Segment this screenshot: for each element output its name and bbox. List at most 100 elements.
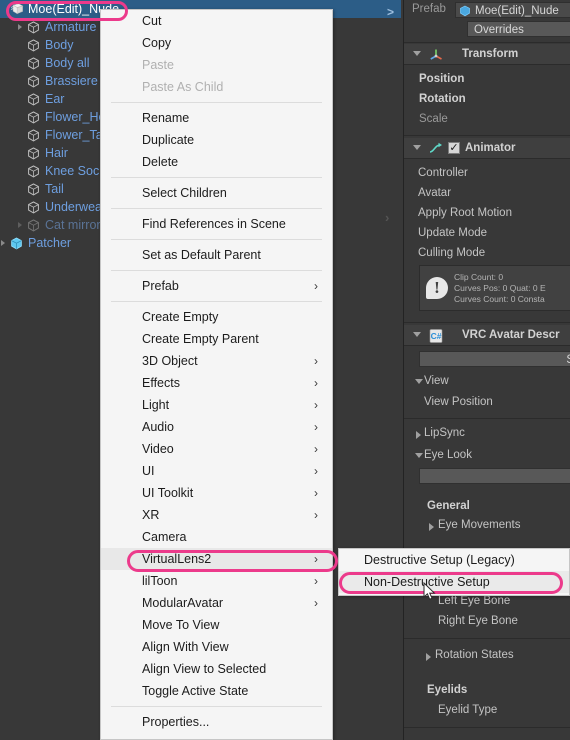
rotation-states-foldout-icon[interactable]	[426, 653, 431, 661]
warning-icon: !	[426, 277, 448, 299]
chevron-right-icon: ›	[314, 486, 318, 500]
menu-item[interactable]: 3D Object ›	[101, 350, 332, 372]
divider	[404, 158, 570, 159]
chevron-right-icon: ›	[314, 596, 318, 610]
prefab-icon	[459, 5, 471, 17]
menu-item-label: Video	[142, 442, 174, 456]
submenu-item[interactable]: Destructive Setup (Legacy)	[339, 549, 569, 571]
eye-look-mode-button[interactable]	[419, 468, 570, 484]
hierarchy-row-label: Underwea	[45, 200, 102, 214]
menu-item[interactable]: Move To View	[101, 614, 332, 636]
prefab-model-icon	[10, 2, 24, 16]
prefab-value-text: Moe(Edit)_Nude	[475, 5, 559, 17]
menu-item[interactable]: Video ›	[101, 438, 332, 460]
animator-foldout-icon[interactable]	[413, 145, 421, 150]
vrc-descriptor-foldout-icon[interactable]	[413, 332, 421, 337]
hierarchy-row-label: Body	[45, 38, 74, 52]
menu-separator	[111, 270, 322, 271]
menu-item[interactable]: Set as Default Parent	[101, 244, 332, 266]
menu-item[interactable]: Effects ›	[101, 372, 332, 394]
transform-position-label: Position	[419, 73, 465, 85]
submenu-item[interactable]: Non-Destructive Setup	[339, 571, 569, 593]
menu-item[interactable]: Prefab ›	[101, 275, 332, 297]
animator-enabled-checkbox[interactable]: ✓	[448, 142, 460, 154]
eyelook-foldout-icon[interactable]	[415, 453, 423, 458]
menu-item-label: Duplicate	[142, 133, 195, 147]
menu-item-label: ModularAvatar	[142, 596, 224, 610]
eye-movements-foldout-icon[interactable]	[429, 523, 434, 531]
menu-item[interactable]: Select Children	[101, 182, 332, 204]
divider	[404, 418, 570, 419]
menu-item[interactable]: Copy	[101, 32, 332, 54]
menu-item[interactable]: UI ›	[101, 460, 332, 482]
gameobject-cube-icon	[27, 56, 40, 70]
menu-item: Paste	[101, 54, 332, 76]
chevron-right-icon[interactable]	[18, 23, 22, 30]
menu-item[interactable]: Align View to Selected	[101, 658, 332, 680]
menu-item[interactable]: Cut	[101, 10, 332, 32]
eyelids-label: Eyelids	[427, 684, 468, 696]
view-position-label: View Position	[424, 396, 493, 408]
gameobject-cube-icon	[27, 110, 40, 124]
left-eye-bone-label: Left Eye Bone	[438, 595, 511, 607]
menu-separator	[111, 239, 322, 240]
menu-item[interactable]: Audio ›	[101, 416, 332, 438]
menu-item[interactable]: Duplicate	[101, 129, 332, 151]
hierarchy-faint-chevron-icon: ›	[385, 210, 390, 225]
gameobject-cube-icon	[27, 20, 40, 34]
prefab-cube-icon	[10, 237, 23, 250]
menu-item[interactable]: lilToon ›	[101, 570, 332, 592]
vrc-descriptor-top-button[interactable]: S	[419, 351, 570, 367]
gameobject-cube-icon	[27, 128, 40, 142]
menu-separator	[111, 102, 322, 103]
menu-item[interactable]: XR ›	[101, 504, 332, 526]
menu-item-label: Rename	[142, 111, 190, 125]
hierarchy-row-label: Hair	[45, 146, 68, 160]
menu-item[interactable]: VirtualLens2 ›	[101, 548, 332, 570]
animator-update-mode-label: Update Mode	[418, 227, 488, 239]
prefab-object-field[interactable]: Moe(Edit)_Nude	[455, 2, 570, 18]
menu-item[interactable]: Find References in Scene	[101, 213, 332, 235]
unity-editor-screenshot: Moe(Edit)_Nude > Armature Body Body all Brass…	[0, 0, 570, 740]
hierarchy-row-label: Knee Soc	[45, 164, 100, 178]
general-label: General	[427, 500, 470, 512]
menu-item[interactable]: Rename	[101, 107, 332, 129]
gameobject-cube-icon	[27, 38, 40, 52]
hierarchy-row-label: Flower_He	[45, 110, 106, 124]
hierarchy-row-label: Brassiere	[45, 74, 98, 88]
transform-foldout-icon[interactable]	[413, 51, 421, 56]
divider	[404, 727, 570, 728]
chevron-right-icon[interactable]	[1, 239, 5, 246]
submenu-item-label: Destructive Setup (Legacy)	[364, 553, 515, 567]
overrides-button[interactable]: Overrides	[467, 21, 570, 37]
hierarchy-context-menu[interactable]: Cut Copy Paste Paste As Child Rename Duplicat…	[100, 9, 333, 740]
menu-item-label: Align With View	[142, 640, 229, 654]
menu-item-label: Select Children	[142, 186, 227, 200]
menu-item[interactable]: Properties...	[101, 711, 332, 733]
animator-controller-label: Controller	[418, 167, 468, 179]
menu-item[interactable]: Align With View	[101, 636, 332, 658]
menu-item[interactable]: ModularAvatar ›	[101, 592, 332, 614]
menu-item[interactable]: Delete	[101, 151, 332, 173]
menu-item-label: Light	[142, 398, 170, 412]
virtuallens2-submenu[interactable]: Destructive Setup (Legacy) Non-Destructiv…	[338, 548, 570, 596]
gameobject-cube-icon	[27, 182, 40, 196]
chevron-right-icon: ›	[314, 508, 318, 522]
view-foldout-icon[interactable]	[415, 379, 423, 384]
menu-item[interactable]: Toggle Active State	[101, 680, 332, 702]
menu-item-label: Delete	[142, 155, 179, 169]
menu-item-label: Find References in Scene	[142, 217, 286, 231]
menu-item[interactable]: UI Toolkit ›	[101, 482, 332, 504]
menu-item[interactable]: Light ›	[101, 394, 332, 416]
divider	[404, 638, 570, 639]
menu-item[interactable]: Create Empty	[101, 306, 332, 328]
menu-item-label: Toggle Active State	[142, 684, 249, 698]
menu-item[interactable]: Create Empty Parent	[101, 328, 332, 350]
lipsync-foldout-icon[interactable]	[416, 431, 421, 439]
animator-help-line-1: Clip Count: 0	[454, 272, 504, 282]
menu-separator	[111, 301, 322, 302]
hierarchy-row-label: Armature	[45, 20, 97, 34]
menu-separator	[111, 706, 322, 707]
menu-item[interactable]: Camera	[101, 526, 332, 548]
chevron-right-icon[interactable]	[18, 221, 22, 228]
